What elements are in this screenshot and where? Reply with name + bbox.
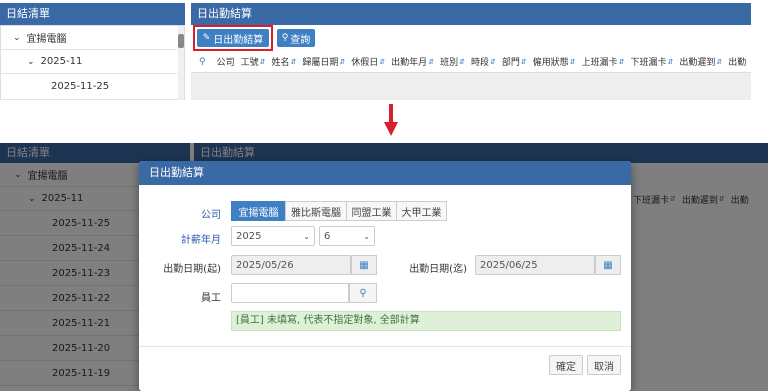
col-header[interactable]: 僱用狀態 ⇵: [530, 55, 579, 69]
pay-month-label: 計薪年月: [181, 235, 221, 246]
sort-icon: ⇵: [569, 57, 576, 66]
col-header[interactable]: 出勤年月 ⇵: [388, 55, 437, 69]
col-header[interactable]: 出勤遲到 ⇵: [676, 55, 725, 69]
tree-panel: ⌄ 宜揚電腦 ⌄ 2025-11 2025-11-25: [0, 25, 185, 100]
chevron-down-icon: ⌄: [363, 231, 370, 241]
sort-icon: ⇵: [520, 57, 527, 66]
cancel-button[interactable]: 取消: [587, 355, 621, 375]
col-header[interactable]: 公司: [214, 55, 238, 68]
col-header[interactable]: 下班漏卡 ⇵: [628, 55, 677, 69]
tree-item-company[interactable]: ⌄ 宜揚電腦: [1, 26, 177, 50]
table-body: [191, 73, 751, 100]
hint-message: [員工] 未填寫, 代表不指定對象, 全部計算: [231, 311, 621, 331]
col-header[interactable]: 上班漏卡 ⇵: [579, 55, 628, 69]
sort-icon: ⇵: [716, 57, 723, 66]
chevron-down-icon: ⌄: [303, 231, 310, 241]
end-date-field[interactable]: 2025/06/25: [475, 255, 595, 275]
start-date-field[interactable]: 2025/05/26: [231, 255, 351, 275]
sort-icon: ⇵: [459, 57, 465, 66]
end-date-label: 出勤日期(迄): [409, 264, 467, 275]
sort-icon: ⇵: [489, 57, 496, 66]
settle-button[interactable]: ✎ 日出勤結算: [197, 29, 269, 47]
col-header[interactable]: 姓名 ⇵: [269, 55, 300, 69]
left-panel-header: 日結清單: [0, 3, 185, 25]
sort-icon: ⇵: [339, 57, 346, 66]
tree-item-month[interactable]: ⌄ 2025-11: [1, 50, 177, 74]
arrow-down-icon: [384, 104, 398, 136]
calendar-icon[interactable]: ▦: [351, 255, 377, 275]
query-button[interactable]: ⚲ 查詢: [277, 29, 315, 47]
search-icon[interactable]: ⚲: [199, 57, 206, 67]
calendar-icon[interactable]: ▦: [595, 255, 621, 275]
sort-icon: ⇵: [290, 57, 297, 66]
sort-icon: ⇵: [259, 57, 266, 66]
col-header[interactable]: 部門 ⇵: [499, 55, 530, 69]
company-option-0[interactable]: 宜揚電腦: [231, 201, 286, 221]
company-label: 公司: [201, 210, 221, 221]
settle-dialog: 日出勤結算 公司 宜揚電腦 雅比斯電腦 同盟工業 大甲工業 計薪年月 2025 ⌄…: [139, 161, 631, 391]
sort-icon: ⇵: [667, 57, 674, 66]
col-header[interactable]: 時段 ⇵: [468, 55, 499, 69]
sort-icon: ⇵: [428, 57, 435, 66]
start-date-label: 出勤日期(起): [163, 264, 221, 275]
year-select[interactable]: 2025 ⌄: [231, 226, 315, 246]
dialog-header: 日出勤結算: [139, 161, 631, 185]
company-option-2[interactable]: 同盟工業: [346, 201, 397, 221]
sort-icon: ⇵: [379, 57, 386, 66]
right-panel-header: 日出勤結算: [191, 3, 751, 25]
col-header[interactable]: 休假日 ⇵: [348, 55, 388, 69]
confirm-button[interactable]: 確定: [549, 355, 583, 375]
edit-icon: ✎: [202, 33, 211, 43]
bottom-screenshot: 日結清單 日出勤結算 ⌄ 宜揚電腦 ⌄ 2025-11 2025-11-25 2…: [0, 143, 768, 391]
chevron-down-icon: ⌄: [13, 32, 21, 43]
top-screenshot: 日結清單 ⌄ 宜揚電腦 ⌄ 2025-11 2025-11-25 日出勤結算 ✎…: [0, 0, 768, 100]
sort-icon: ⇵: [618, 57, 625, 66]
col-header[interactable]: 班別 ⇵: [437, 55, 468, 69]
col-header[interactable]: 工號 ⇵: [238, 55, 269, 69]
search-icon[interactable]: ⚲: [349, 283, 377, 303]
scrollbar[interactable]: [178, 26, 184, 100]
col-header[interactable]: 歸屬日期 ⇵: [299, 55, 348, 69]
company-option-3[interactable]: 大甲工業: [396, 201, 447, 221]
dialog-divider: [139, 346, 631, 347]
month-select[interactable]: 6 ⌄: [319, 226, 375, 246]
company-option-1[interactable]: 雅比斯電腦: [285, 201, 347, 221]
tree-item-date[interactable]: 2025-11-25: [1, 74, 177, 100]
employee-input[interactable]: [231, 283, 349, 303]
table-header: ⚲ 公司 工號 ⇵ 姓名 ⇵ 歸屬日期 ⇵ 休假日 ⇵ 出勤年月 ⇵ 班別 ⇵ 時段 ⇵ 部門…: [191, 51, 751, 73]
col-header[interactable]: 出勤: [725, 55, 749, 68]
toolbar: ✎ 日出勤結算 ⚲ 查詢: [191, 25, 751, 51]
chevron-down-icon: ⌄: [27, 56, 35, 67]
search-icon: ⚲: [281, 33, 289, 43]
employee-label: 員工: [201, 293, 221, 304]
